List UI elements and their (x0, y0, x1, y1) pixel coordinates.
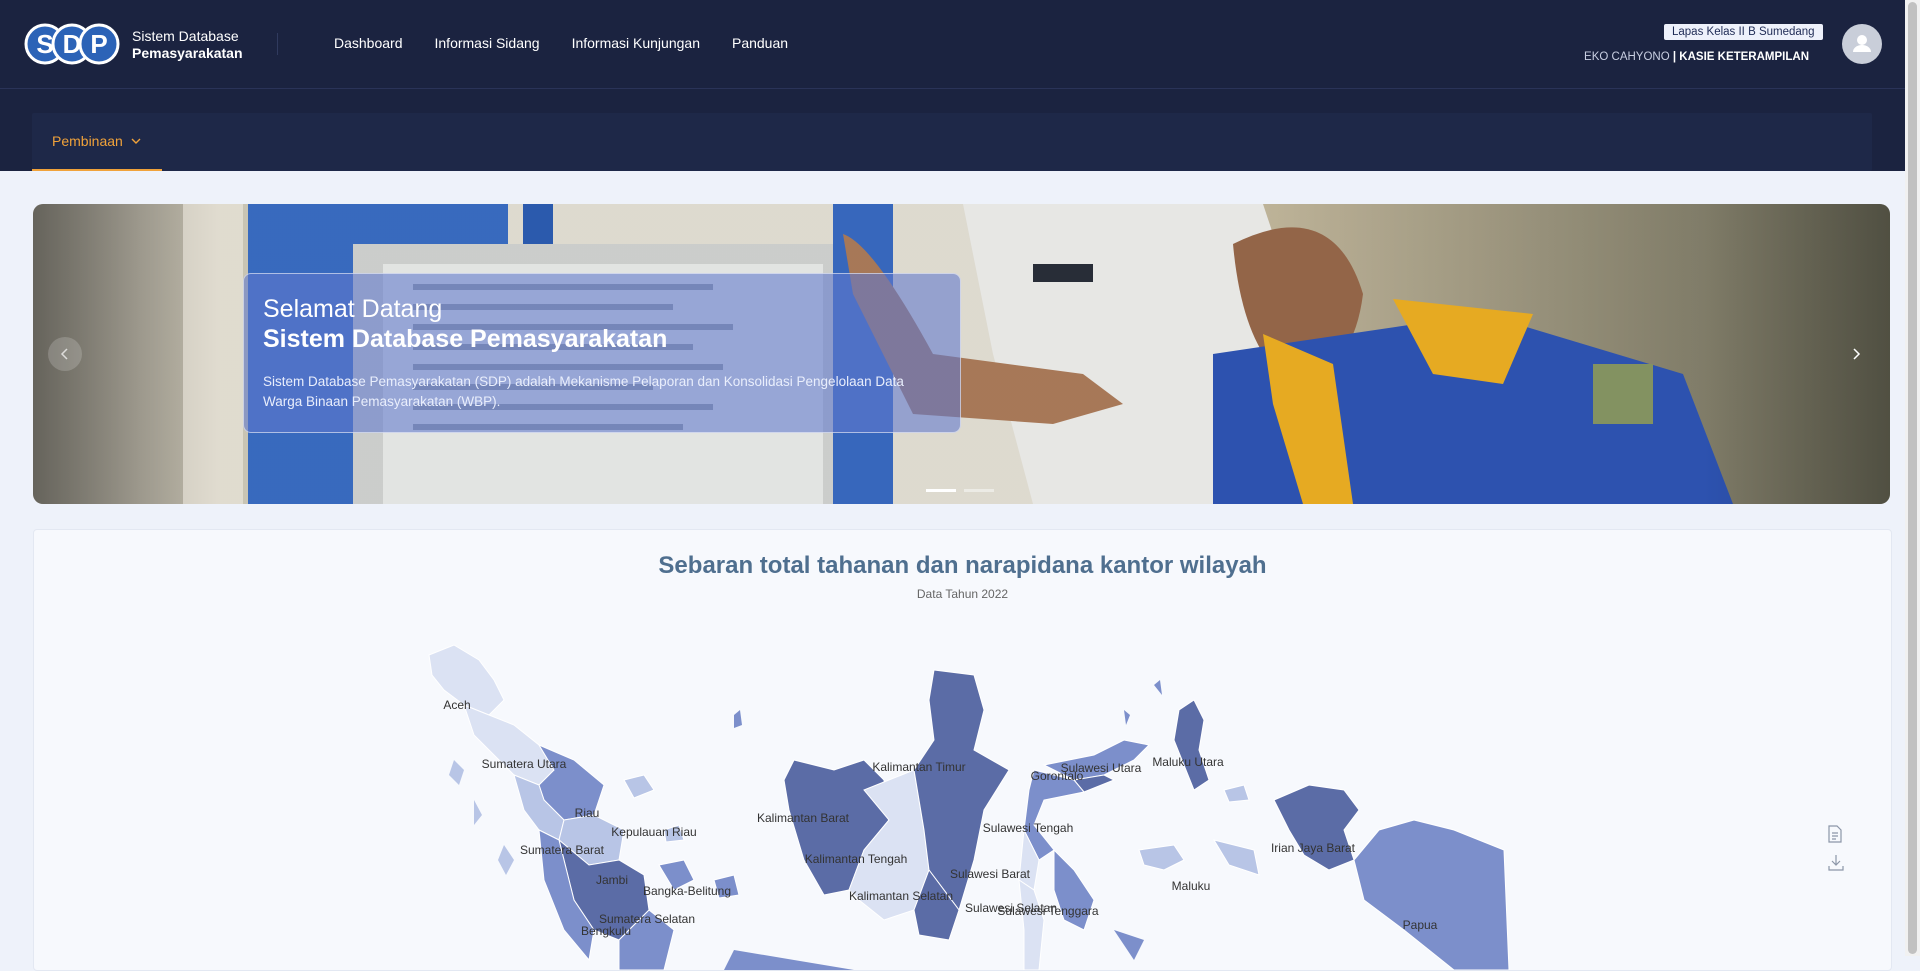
label-bengkulu: Bengkulu (581, 924, 631, 938)
caption-description: Sistem Database Pemasyarakatan (SDP) ada… (263, 374, 904, 409)
carousel-indicator-2[interactable] (964, 489, 994, 492)
label-sulawesi-tengah: Sulawesi Tengah (983, 821, 1074, 835)
scrollbar-thumb[interactable] (1908, 2, 1917, 954)
brand-line1: Sistem Database (132, 28, 239, 44)
label-bangka-belitung: Bangka-Belitung (643, 884, 731, 898)
map-card: Aceh Sumatera Utara Riau Kepulauan Riau … (33, 529, 1892, 971)
svg-text:D: D (63, 29, 82, 59)
user-info: EKO CAHYONO | KASIE KETERAMPILAN (1584, 51, 1809, 63)
download-button[interactable] (1827, 854, 1845, 877)
top-navbar: S D P Sistem Database Pemasyarakatan Das… (0, 0, 1905, 89)
nav-divider (277, 33, 278, 55)
user-separator: | (1672, 51, 1677, 63)
label-maluku-utara: Maluku Utara (1152, 755, 1224, 769)
tab-pembinaan-label: Pembinaan (52, 133, 123, 149)
user-name: EKO CAHYONO (1584, 51, 1670, 63)
label-kepulauan-riau: Kepulauan Riau (611, 825, 696, 839)
chevron-left-icon (60, 348, 68, 360)
user-icon (1853, 35, 1871, 52)
map-subtitle: Data Tahun 2022 (916, 587, 1009, 601)
brand-name: Sistem Database Pemasyarakatan (132, 28, 243, 62)
label-gorontalo: Gorontalo (1031, 769, 1084, 783)
region-maluku-utara (1173, 699, 1210, 791)
carousel-indicator-1[interactable] (926, 489, 956, 492)
nav-informasi-sidang[interactable]: Informasi Sidang (435, 35, 540, 51)
label-sulawesi-barat: Sulawesi Barat (950, 867, 1031, 881)
sub-navbar: Pembinaan (0, 89, 1905, 171)
label-irian-jaya-barat: Irian Jaya Barat (1271, 841, 1356, 855)
label-sumatera-utara: Sumatera Utara (482, 757, 567, 771)
nav-panduan[interactable]: Panduan (732, 35, 788, 51)
region-papua (1353, 819, 1510, 970)
svg-text:S: S (36, 29, 53, 59)
carousel-indicators (926, 489, 994, 492)
user-avatar[interactable] (1842, 24, 1882, 64)
sdp-logo[interactable]: S D P (24, 23, 120, 65)
nav-informasi-kunjungan[interactable]: Informasi Kunjungan (572, 35, 700, 51)
label-kalimantan-barat: Kalimantan Barat (757, 811, 850, 825)
brand-line2: Pemasyarakatan (132, 45, 243, 61)
tab-pembinaan[interactable]: Pembinaan (32, 113, 162, 171)
hero-carousel: Selamat Datang Sistem Database Pemasyara… (33, 204, 1890, 504)
region-sulawesi-selatan (1018, 878, 1045, 970)
page-scrollbar[interactable] (1905, 0, 1920, 956)
label-sulawesi-tenggara: Sulawesi Tenggara (997, 904, 1099, 918)
carousel-prev-button[interactable] (48, 337, 82, 371)
region-maluku (1138, 784, 1260, 876)
caption-title-line2: Sistem Database Pemasyarakatan (263, 325, 668, 353)
carousel-next-button[interactable] (1839, 337, 1873, 371)
region-irian-jaya-barat (1273, 784, 1360, 871)
download-icon (1828, 855, 1844, 871)
label-papua: Papua (1403, 918, 1438, 932)
region-sumatera-utara (463, 704, 555, 786)
document-icon (1828, 825, 1842, 843)
label-sumatera-barat: Sumatera Barat (520, 843, 605, 857)
label-kalimantan-timur: Kalimantan Timur (872, 760, 965, 774)
region-sulawesi-tenggara (1053, 848, 1095, 931)
map-title: Sebaran total tahanan dan narapidana kan… (658, 552, 1267, 579)
caption-title-line1: Selamat Datang (263, 295, 443, 323)
label-kalimantan-selatan: Kalimantan Selatan (849, 889, 953, 903)
chevron-right-icon (1853, 348, 1861, 360)
carousel-caption: Selamat Datang Sistem Database Pemasyara… (243, 273, 961, 433)
export-document-button[interactable] (1827, 825, 1843, 848)
user-role: KASIE KETERAMPILAN (1679, 51, 1809, 63)
label-jambi: Jambi (596, 873, 628, 887)
chevron-down-icon (131, 138, 141, 144)
svg-text:P: P (90, 29, 107, 59)
location-badge: Lapas Kelas II B Sumedang (1664, 24, 1823, 40)
label-riau: Riau (575, 806, 600, 820)
sub-navbar-inner: Pembinaan (32, 113, 1872, 171)
label-maluku: Maluku (1172, 879, 1211, 893)
nav-dashboard[interactable]: Dashboard (334, 35, 403, 51)
main-nav: Dashboard Informasi Sidang Informasi Kun… (334, 35, 788, 51)
label-kalimantan-tengah: Kalimantan Tengah (805, 852, 908, 866)
label-aceh: Aceh (443, 698, 470, 712)
region-sulawesi-tengah (1023, 769, 1085, 861)
